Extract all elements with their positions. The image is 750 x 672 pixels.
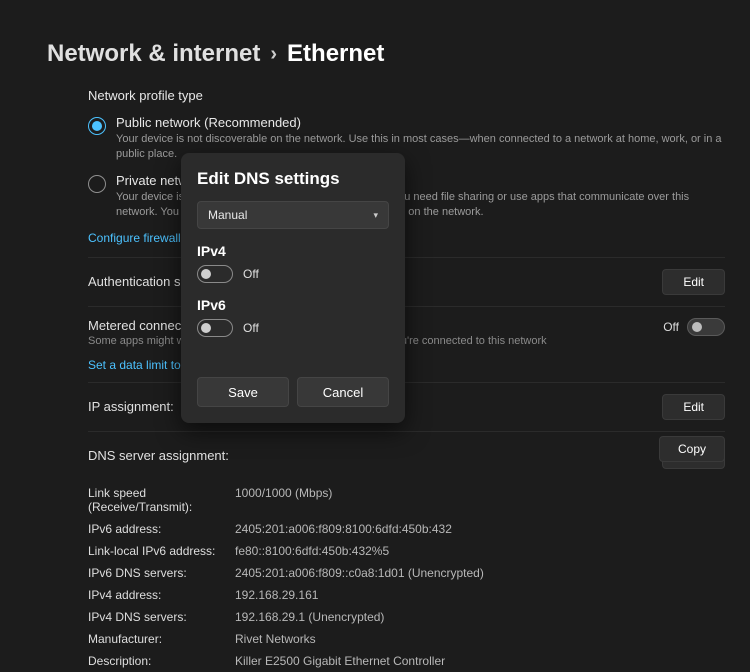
detail-row: IPv4 DNS servers:192.168.29.1 (Unencrypt… xyxy=(88,606,725,628)
detail-value: 1000/1000 (Mbps) xyxy=(235,486,332,514)
detail-key: Manufacturer: xyxy=(88,632,235,646)
breadcrumb-current: Ethernet xyxy=(287,40,384,68)
detail-row: IPv6 DNS servers:2405:201:a006:f809::c0a… xyxy=(88,562,725,584)
row-dns-label: DNS server assignment: xyxy=(88,448,229,463)
detail-row: Link-local IPv6 address:fe80::8100:6dfd:… xyxy=(88,540,725,562)
detail-value: 2405:201:a006:f809:8100:6dfd:450b:432 xyxy=(235,522,452,536)
copy-button[interactable]: Copy xyxy=(659,436,725,462)
dialog-title: Edit DNS settings xyxy=(197,169,389,189)
detail-key: IPv4 DNS servers: xyxy=(88,610,235,624)
edit-auth-button[interactable]: Edit xyxy=(662,269,725,295)
ipv4-toggle[interactable] xyxy=(197,265,233,283)
breadcrumb: Network & internet › Ethernet xyxy=(47,40,384,68)
radio-icon[interactable] xyxy=(88,117,106,135)
radio-public-title: Public network (Recommended) xyxy=(116,115,725,130)
detail-value: fe80::8100:6dfd:450b:432%5 xyxy=(235,544,389,558)
ipv6-toggle[interactable] xyxy=(197,319,233,337)
ipv6-toggle-label: Off xyxy=(243,321,259,335)
detail-value: Rivet Networks xyxy=(235,632,316,646)
detail-key: Link-local IPv6 address: xyxy=(88,544,235,558)
ipv4-label: IPv4 xyxy=(197,243,389,259)
dns-mode-dropdown[interactable]: Manual ▾ xyxy=(197,201,389,229)
edit-dns-dialog: Edit DNS settings Manual ▾ IPv4 Off IPv6… xyxy=(181,153,405,423)
profile-section-label: Network profile type xyxy=(88,88,725,103)
breadcrumb-separator-icon: › xyxy=(270,43,277,66)
dropdown-value: Manual xyxy=(208,208,247,222)
ipv4-toggle-label: Off xyxy=(243,267,259,281)
chevron-down-icon: ▾ xyxy=(373,210,378,221)
detail-key: IPv6 address: xyxy=(88,522,235,536)
network-details: Link speed (Receive/Transmit):1000/1000 … xyxy=(88,482,725,672)
detail-key: IPv4 address: xyxy=(88,588,235,602)
metered-toggle[interactable] xyxy=(687,318,725,336)
detail-row: Link speed (Receive/Transmit):1000/1000 … xyxy=(88,482,725,518)
metered-toggle-label: Off xyxy=(663,320,679,334)
detail-key: Link speed (Receive/Transmit): xyxy=(88,486,235,514)
detail-row: Description:Killer E2500 Gigabit Etherne… xyxy=(88,650,725,672)
save-button[interactable]: Save xyxy=(197,377,289,407)
detail-row: IPv6 address:2405:201:a006:f809:8100:6df… xyxy=(88,518,725,540)
row-ip-label: IP assignment: xyxy=(88,399,174,414)
ipv6-label: IPv6 xyxy=(197,297,389,313)
row-dns-assignment: DNS server assignment: Edit xyxy=(88,431,725,480)
detail-value: Killer E2500 Gigabit Ethernet Controller xyxy=(235,654,445,668)
detail-key: IPv6 DNS servers: xyxy=(88,566,235,580)
cancel-button[interactable]: Cancel xyxy=(297,377,389,407)
detail-value: 192.168.29.1 (Unencrypted) xyxy=(235,610,384,624)
detail-value: 192.168.29.161 xyxy=(235,588,318,602)
detail-row: Manufacturer:Rivet Networks xyxy=(88,628,725,650)
detail-value: 2405:201:a006:f809::c0a8:1d01 (Unencrypt… xyxy=(235,566,484,580)
edit-ip-button[interactable]: Edit xyxy=(662,394,725,420)
detail-key: Description: xyxy=(88,654,235,668)
radio-icon[interactable] xyxy=(88,175,106,193)
detail-row: IPv4 address:192.168.29.161 xyxy=(88,584,725,606)
breadcrumb-parent[interactable]: Network & internet xyxy=(47,40,260,68)
